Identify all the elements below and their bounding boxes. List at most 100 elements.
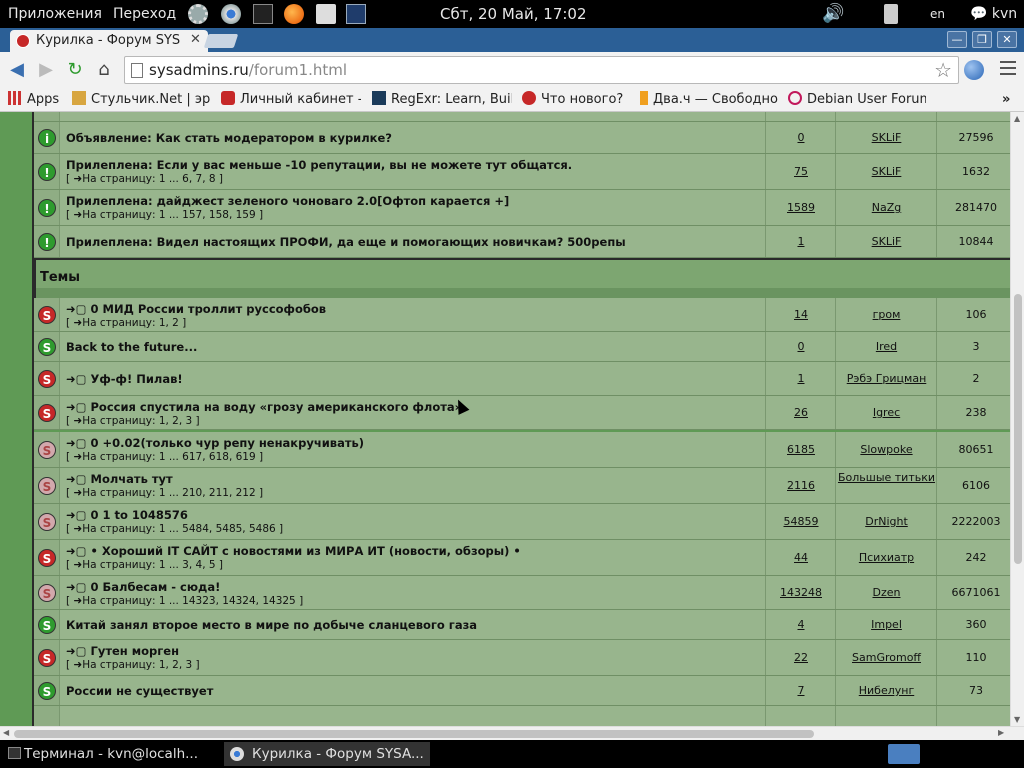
- topic-author[interactable]: Нибелунг: [837, 676, 937, 705]
- topic-replies[interactable]: 6185: [767, 432, 836, 467]
- topic-author[interactable]: Igrec: [837, 396, 937, 429]
- task-terminal[interactable]: Терминал - kvn@localh...: [4, 742, 214, 766]
- bookmark-account[interactable]: Личный кабинет -: [221, 91, 361, 109]
- topic-author[interactable]: Психиатр: [837, 540, 937, 575]
- topic-replies[interactable]: 7: [767, 676, 836, 705]
- bookmark-regexr[interactable]: RegExr: Learn, Buil: [372, 91, 512, 109]
- extension-globe-icon[interactable]: [964, 60, 984, 80]
- bookmark-stulchik[interactable]: Стульчик.Net | эр: [72, 91, 212, 109]
- horizontal-scroll-thumb[interactable]: [14, 730, 814, 738]
- network-icon[interactable]: [884, 4, 898, 24]
- bookmark-debian[interactable]: Debian User Forum: [788, 91, 926, 109]
- topic-author[interactable]: Большые титьки: [837, 468, 937, 503]
- topic-author[interactable]: Ired: [837, 332, 937, 361]
- topic-replies[interactable]: 1: [767, 362, 836, 395]
- topic-replies[interactable]: 54859: [767, 504, 836, 539]
- reload-icon[interactable]: ↻: [64, 59, 86, 81]
- scroll-up-icon[interactable]: ▲: [1014, 114, 1020, 123]
- workspace-switcher[interactable]: [888, 744, 920, 764]
- topic-author[interactable]: SKLiF: [837, 154, 937, 189]
- keyboard-layout[interactable]: en: [930, 0, 945, 28]
- menu-icon[interactable]: [1000, 61, 1016, 77]
- topic-replies[interactable]: 4: [767, 610, 836, 639]
- topic-author[interactable]: SamGromoff: [837, 640, 937, 675]
- topic-title-link[interactable]: Прилеплена: Видел настоящих ПРОФИ, да ещ…: [66, 235, 626, 249]
- topic-replies[interactable]: 22: [767, 640, 836, 675]
- topic-pagination[interactable]: [ ➜На страницу: 1 ... 157, 158, 159 ]: [66, 209, 263, 221]
- topic-author[interactable]: гром: [837, 298, 937, 331]
- bookmarks-overflow-button[interactable]: »: [1002, 91, 1018, 109]
- topic-title-link[interactable]: ➜▢ Россия спустила на воду «грозу америк…: [66, 400, 462, 414]
- topic-replies[interactable]: 26: [767, 396, 836, 429]
- bookmark-whats-new[interactable]: Что нового?: [522, 91, 632, 109]
- scroll-right-icon[interactable]: ▶: [998, 728, 1004, 737]
- scroll-left-icon[interactable]: ◀: [3, 728, 9, 737]
- topic-title-link[interactable]: Прилеплена: Если у вас меньше -10 репута…: [66, 158, 572, 172]
- terminal-launcher-icon[interactable]: [253, 4, 273, 24]
- bookmark-2ch[interactable]: Два.ч — Свободно: [640, 91, 778, 109]
- topic-pagination[interactable]: [ ➜На страницу: 1 ... 14323, 14324, 1432…: [66, 595, 303, 607]
- topic-title-link[interactable]: Китай занял второе место в мире по добыч…: [66, 618, 477, 632]
- topic-pagination[interactable]: [ ➜На страницу: 1 ... 5484, 5485, 5486 ]: [66, 523, 283, 535]
- topic-title-link[interactable]: России не существует: [66, 684, 213, 698]
- mail-launcher-icon[interactable]: [316, 4, 336, 24]
- firefox-launcher-icon[interactable]: [284, 4, 304, 24]
- topic-pagination[interactable]: [ ➜На страницу: 1 ... 617, 618, 619 ]: [66, 451, 263, 463]
- topic-title-link[interactable]: Прилеплена: дайджест зеленого чоноваго 2…: [66, 194, 509, 208]
- topic-author[interactable]: SKLiF: [837, 122, 937, 153]
- topic-pagination[interactable]: [ ➜На страницу: 1 ... 210, 211, 212 ]: [66, 487, 263, 499]
- chrome-launcher-icon[interactable]: [221, 4, 241, 24]
- topic-replies[interactable]: 14: [767, 298, 836, 331]
- bookmark-apps[interactable]: Apps: [8, 91, 68, 109]
- topic-title-link[interactable]: ➜▢ • Хороший IT САЙТ с новостями из МИРА…: [66, 544, 521, 558]
- topic-replies[interactable]: 0: [767, 122, 836, 153]
- window-list-icon[interactable]: [346, 4, 366, 24]
- vertical-scrollbar[interactable]: ▲ ▼: [1010, 112, 1024, 726]
- volume-icon[interactable]: 🔊: [822, 0, 844, 28]
- topic-title-link[interactable]: ➜▢ 0 Балбесам - сюда!: [66, 580, 220, 594]
- topic-author[interactable]: DrNight: [837, 504, 937, 539]
- topic-title-link[interactable]: ➜▢ 0 МИД России троллит руссофобов: [66, 302, 326, 316]
- topic-author[interactable]: Impel: [837, 610, 937, 639]
- address-bar[interactable]: sysadmins.ru/forum1.html ☆: [124, 56, 959, 84]
- clock[interactable]: Сбт, 20 Май, 17:02: [440, 0, 587, 28]
- bookmark-star-icon[interactable]: ☆: [934, 58, 952, 82]
- topic-author[interactable]: SKLiF: [837, 226, 937, 257]
- topic-title-link[interactable]: ➜▢ Молчать тут: [66, 472, 173, 486]
- topic-pagination[interactable]: [ ➜На страницу: 1, 2, 3 ]: [66, 659, 200, 671]
- home-icon[interactable]: ⌂: [93, 59, 115, 81]
- topic-title-link[interactable]: Back to the future...: [66, 340, 197, 354]
- topic-pagination[interactable]: [ ➜На страницу: 1 ... 6, 7, 8 ]: [66, 173, 223, 185]
- applications-menu[interactable]: Приложения: [8, 0, 102, 28]
- topic-replies[interactable]: 0: [767, 332, 836, 361]
- vertical-scroll-thumb[interactable]: [1014, 294, 1022, 564]
- tab-close-icon[interactable]: ✕: [190, 32, 201, 47]
- topic-title-link[interactable]: ➜▢ Гутен морген: [66, 644, 179, 658]
- topic-title-link[interactable]: ➜▢ 0 +0.02(только чур репу ненакручивать…: [66, 436, 364, 450]
- topic-pagination[interactable]: [ ➜На страницу: 1 ... 3, 4, 5 ]: [66, 559, 223, 571]
- topic-author[interactable]: Рэбэ Грицман: [837, 362, 937, 395]
- topic-replies[interactable]: 44: [767, 540, 836, 575]
- minimize-button[interactable]: —: [947, 31, 967, 48]
- topic-replies[interactable]: 1589: [767, 190, 836, 225]
- horizontal-scrollbar[interactable]: ◀ ▶: [0, 726, 1024, 740]
- topic-replies[interactable]: 2116: [767, 468, 836, 503]
- tab-active[interactable]: Курилка - Форум SYS ✕: [10, 30, 208, 52]
- forward-icon[interactable]: ▶: [35, 59, 57, 81]
- close-window-button[interactable]: ✕: [997, 31, 1017, 48]
- page-content[interactable]: i Объявление: Как стать модератором в кур…: [0, 112, 1010, 726]
- settings-gear-icon[interactable]: [188, 4, 208, 24]
- topic-title-link[interactable]: ➜▢ Уф-ф! Пилав!: [66, 372, 183, 386]
- task-browser[interactable]: Курилка - Форум SYSA...: [224, 742, 430, 766]
- scroll-down-icon[interactable]: ▼: [1014, 715, 1020, 724]
- topic-title-link[interactable]: ➜▢ 0 1 to 1048576: [66, 508, 188, 522]
- topic-author[interactable]: Slowpoke: [837, 432, 937, 467]
- topic-pagination[interactable]: [ ➜На страницу: 1, 2, 3 ]: [66, 415, 200, 427]
- topic-title-link[interactable]: Объявление: Как стать модератором в кури…: [66, 131, 392, 145]
- back-icon[interactable]: ◀: [6, 59, 28, 81]
- topic-author[interactable]: Dzen: [837, 576, 937, 609]
- places-menu[interactable]: Переход: [113, 0, 176, 28]
- topic-pagination[interactable]: [ ➜На страницу: 1, 2 ]: [66, 317, 186, 329]
- user-menu[interactable]: 💬 kvn: [970, 0, 1017, 28]
- topic-replies[interactable]: 1: [767, 226, 836, 257]
